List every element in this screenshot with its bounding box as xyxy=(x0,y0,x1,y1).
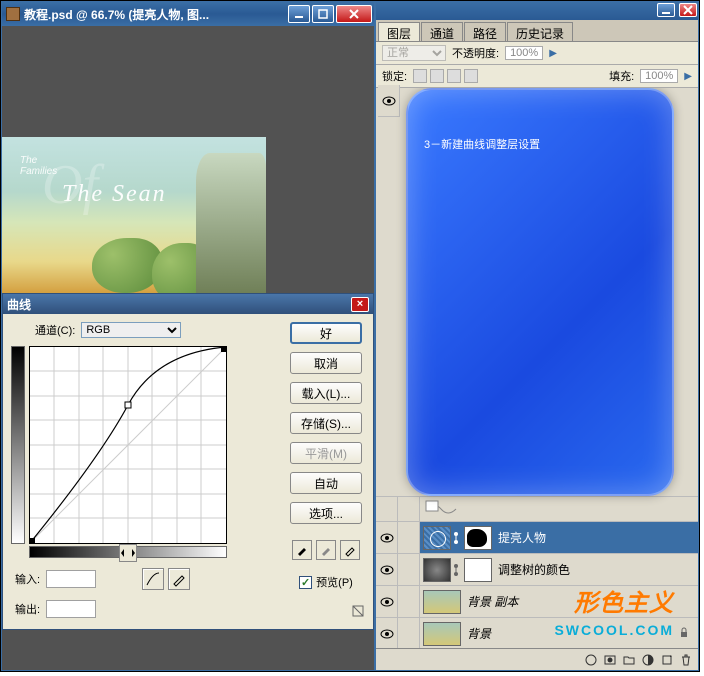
panels-window: 图层 通道 路径 历史记录 正常 不透明度: 100% ▶ 锁定: 填充: 10… xyxy=(375,1,699,671)
layer-style-icon[interactable] xyxy=(583,652,599,668)
lock-paint-icon[interactable] xyxy=(430,69,444,83)
lock-icon xyxy=(678,626,690,641)
input-value[interactable] xyxy=(46,570,96,588)
document-canvas[interactable]: Of TheFamilies The Sean xyxy=(2,137,266,293)
tab-layers[interactable]: 图层 xyxy=(378,22,420,41)
lock-row: 锁定: 填充: 100% ▶ xyxy=(376,65,698,88)
preview-label: 预览(P) xyxy=(316,574,353,590)
preview-checkbox[interactable]: ✓ xyxy=(299,576,312,589)
adjustment-thumb[interactable] xyxy=(423,526,451,550)
options-button[interactable]: 选项... xyxy=(290,502,362,524)
opacity-label: 不透明度: xyxy=(452,45,499,61)
curves-close-button[interactable]: × xyxy=(351,297,369,312)
new-layer-icon[interactable] xyxy=(659,652,675,668)
lock-icons xyxy=(413,69,478,83)
fill-arrow-icon[interactable]: ▶ xyxy=(684,71,692,82)
link-col[interactable] xyxy=(398,586,420,617)
lock-label: 锁定: xyxy=(382,68,407,84)
blend-mode-select[interactable]: 正常 xyxy=(382,45,446,61)
link-col[interactable] xyxy=(398,497,420,521)
layer-thumb[interactable] xyxy=(423,590,461,614)
gradient-slider[interactable] xyxy=(119,544,137,562)
visibility-icon[interactable] xyxy=(376,618,398,648)
lock-transparency-icon[interactable] xyxy=(413,69,427,83)
ok-button[interactable]: 好 xyxy=(290,322,362,344)
layer-name[interactable]: 背景 副本 xyxy=(467,593,518,610)
link-col[interactable] xyxy=(398,618,420,648)
layers-list: 3－新建曲线调整层设置 提亮人物 调整树的颜色 xyxy=(376,88,698,648)
curve-tool-button[interactable] xyxy=(142,568,164,590)
layer-mask[interactable] xyxy=(464,526,492,550)
tab-channels[interactable]: 通道 xyxy=(421,22,463,41)
lock-all-icon[interactable] xyxy=(464,69,478,83)
load-button[interactable]: 载入(L)... xyxy=(290,382,362,404)
maximize-button[interactable] xyxy=(312,5,334,23)
watermark-url: SWCOOL.COM xyxy=(554,622,674,638)
trash-icon[interactable] xyxy=(678,652,694,668)
tab-paths[interactable]: 路径 xyxy=(464,22,506,41)
white-eyedropper[interactable] xyxy=(340,540,360,560)
close-button[interactable] xyxy=(336,5,372,23)
layer-name[interactable]: 提亮人物 xyxy=(498,529,546,546)
adjustment-layer-icon[interactable] xyxy=(640,652,656,668)
fill-label: 填充: xyxy=(609,68,634,84)
layer-set-icon[interactable] xyxy=(621,652,637,668)
panel-minimize-button[interactable] xyxy=(657,3,675,17)
curves-dialog: 曲线 × 通道(C): RGB xyxy=(2,293,374,630)
layer-row[interactable]: 调整树的颜色 xyxy=(376,554,698,586)
curves-graph[interactable] xyxy=(29,346,227,544)
tab-history[interactable]: 历史记录 xyxy=(507,22,573,41)
visibility-icon[interactable] xyxy=(376,586,398,617)
curves-titlebar[interactable]: 曲线 × xyxy=(3,294,373,314)
output-label: 输出: xyxy=(15,601,40,617)
opacity-value[interactable]: 100% xyxy=(505,46,543,60)
link-col[interactable] xyxy=(398,554,420,585)
watermark: 形色主义 xyxy=(574,583,674,618)
layer-mask[interactable] xyxy=(464,558,492,582)
link-col[interactable] xyxy=(398,522,420,553)
panel-tabs: 图层 通道 路径 历史记录 xyxy=(376,20,698,42)
visibility-icon[interactable] xyxy=(376,497,398,521)
channel-label: 通道(C): xyxy=(35,322,75,338)
visibility-icon[interactable] xyxy=(376,522,398,553)
visibility-icon[interactable] xyxy=(376,554,398,585)
smooth-button: 平滑(M) xyxy=(290,442,362,464)
layer-name[interactable]: 背景 xyxy=(467,625,491,642)
layer-row[interactable] xyxy=(376,496,698,522)
panel-close-button[interactable] xyxy=(679,3,697,17)
layer-mask-icon[interactable] xyxy=(602,652,618,668)
channel-select[interactable]: RGB xyxy=(81,322,181,338)
layer-name[interactable]: 调整树的颜色 xyxy=(498,561,570,578)
fill-value[interactable]: 100% xyxy=(640,69,678,83)
black-eyedropper[interactable] xyxy=(292,540,312,560)
layer-thumb[interactable] xyxy=(423,622,461,646)
adjustment-thumb[interactable] xyxy=(423,558,451,582)
curves-title: 曲线 xyxy=(7,296,351,313)
auto-button[interactable]: 自动 xyxy=(290,472,362,494)
annotation-overlay: 3－新建曲线调整层设置 xyxy=(406,88,674,496)
output-value[interactable] xyxy=(46,600,96,618)
titlebar[interactable]: 教程.psd @ 66.7% (提亮人物, 图... xyxy=(2,2,374,26)
input-label: 输入: xyxy=(15,571,40,587)
document-window: 教程.psd @ 66.7% (提亮人物, 图... Of TheFamilie… xyxy=(1,1,375,671)
minimize-button[interactable] xyxy=(288,5,310,23)
layer-row[interactable]: 提亮人物 xyxy=(376,522,698,554)
gray-eyedropper[interactable] xyxy=(316,540,336,560)
panel-titlebar[interactable] xyxy=(376,2,698,20)
canvas-area[interactable]: Of TheFamilies The Sean xyxy=(2,26,374,293)
lock-position-icon[interactable] xyxy=(447,69,461,83)
pencil-tool-button[interactable] xyxy=(168,568,190,590)
vertical-gradient xyxy=(11,346,25,544)
horizontal-gradient xyxy=(29,546,227,558)
layers-footer xyxy=(376,648,698,670)
app-icon xyxy=(6,7,20,21)
save-button[interactable]: 存储(S)... xyxy=(290,412,362,434)
cancel-button[interactable]: 取消 xyxy=(290,352,362,374)
resize-icon[interactable] xyxy=(351,604,365,621)
opacity-arrow-icon[interactable]: ▶ xyxy=(549,48,557,59)
blend-row: 正常 不透明度: 100% ▶ xyxy=(376,42,698,65)
window-title: 教程.psd @ 66.7% (提亮人物, 图... xyxy=(24,6,286,23)
